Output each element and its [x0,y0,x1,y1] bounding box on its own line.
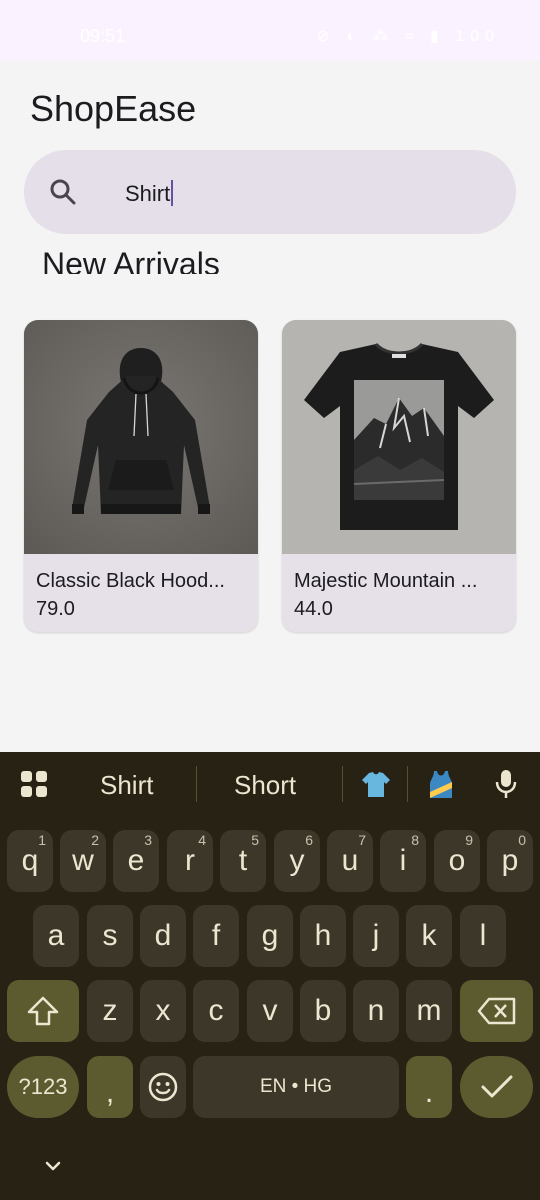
key-p[interactable]: p0 [487,830,533,892]
backspace-icon [477,997,515,1025]
search-input-value: Shirt [125,181,171,206]
key-l[interactable]: l [460,905,506,967]
key-y[interactable]: y6 [274,830,320,892]
key-x[interactable]: x [140,980,186,1042]
key-k[interactable]: k [406,905,452,967]
product-price: 79.0 [36,598,75,620]
key-i[interactable]: i8 [380,830,426,892]
suggestion-divider [342,766,343,802]
key-e[interactable]: e3 [113,830,159,892]
period-key[interactable]: . [406,1056,452,1118]
key-v[interactable]: v [247,980,293,1042]
chevron-down-icon[interactable] [42,1155,64,1177]
product-name: Classic Black Hood... [36,570,225,592]
key-t[interactable]: t5 [220,830,266,892]
space-key[interactable]: EN • HG [193,1056,399,1118]
suggestion-strip: Shirt Short [0,752,540,816]
search-bar[interactable]: Shirt [24,150,516,234]
emoji-icon [148,1072,178,1102]
shift-icon [27,996,59,1026]
key-f[interactable]: f [193,905,239,967]
search-input[interactable]: Shirt [125,180,174,207]
key-o[interactable]: o9 [434,830,480,892]
key-a[interactable]: a [33,905,79,967]
suggestion-2[interactable]: Short [234,770,296,801]
search-icon[interactable] [44,172,84,212]
product-card[interactable]: Classic Black Hood... 79.0 [24,320,258,632]
section-title: New Arrivals [42,246,220,274]
shift-key[interactable] [7,980,79,1042]
status-bar: 09:51 ⊘ ◐ ⁂ ≈ ▮ 100 [0,0,540,60]
key-u[interactable]: u7 [327,830,373,892]
enter-key[interactable] [460,1056,533,1118]
status-icons: ⊘ ◐ ⁂ ≈ ▮ 100 [316,28,500,45]
microphone-icon[interactable] [494,768,518,800]
key-c[interactable]: c [193,980,239,1042]
status-time: 09:51 [80,26,126,46]
key-m[interactable]: m [406,980,452,1042]
tshirt-emoji-icon[interactable] [360,768,392,800]
key-b[interactable]: b [300,980,346,1042]
app-title: ShopEase [30,88,197,129]
key-w[interactable]: w2 [60,830,106,892]
key-g[interactable]: g [247,905,293,967]
key-s[interactable]: s [87,905,133,967]
emoji-key[interactable] [140,1056,186,1118]
suggestion-divider [196,766,197,802]
comma-key[interactable]: , [87,1056,133,1118]
suggestion-1[interactable]: Shirt [100,770,153,801]
product-name: Majestic Mountain ... [294,570,478,592]
key-z[interactable]: z [87,980,133,1042]
product-card[interactable]: Majestic Mountain ... 44.0 [282,320,516,632]
keyboard: Shirt Short q1 w2 e3 r4 t5 y6 u7 i8 o9 p… [0,752,540,1200]
app-content: ShopEase Shirt New Arrivals Classic Blac… [0,60,540,752]
product-price: 44.0 [294,598,333,620]
symbols-key[interactable]: ?123 [7,1056,79,1118]
tank-top-emoji-icon[interactable] [426,768,456,800]
key-r[interactable]: r4 [167,830,213,892]
key-j[interactable]: j [353,905,399,967]
backspace-key[interactable] [460,980,533,1042]
suggestion-divider [407,766,408,802]
key-d[interactable]: d [140,905,186,967]
text-cursor [171,180,174,206]
black-hoodie-image [24,320,258,554]
key-q[interactable]: q1 [7,830,53,892]
key-h[interactable]: h [300,905,346,967]
apps-grid-icon[interactable] [20,770,48,798]
key-n[interactable]: n [353,980,399,1042]
mountain-tshirt-image [282,320,516,554]
checkmark-icon [481,1075,512,1098]
